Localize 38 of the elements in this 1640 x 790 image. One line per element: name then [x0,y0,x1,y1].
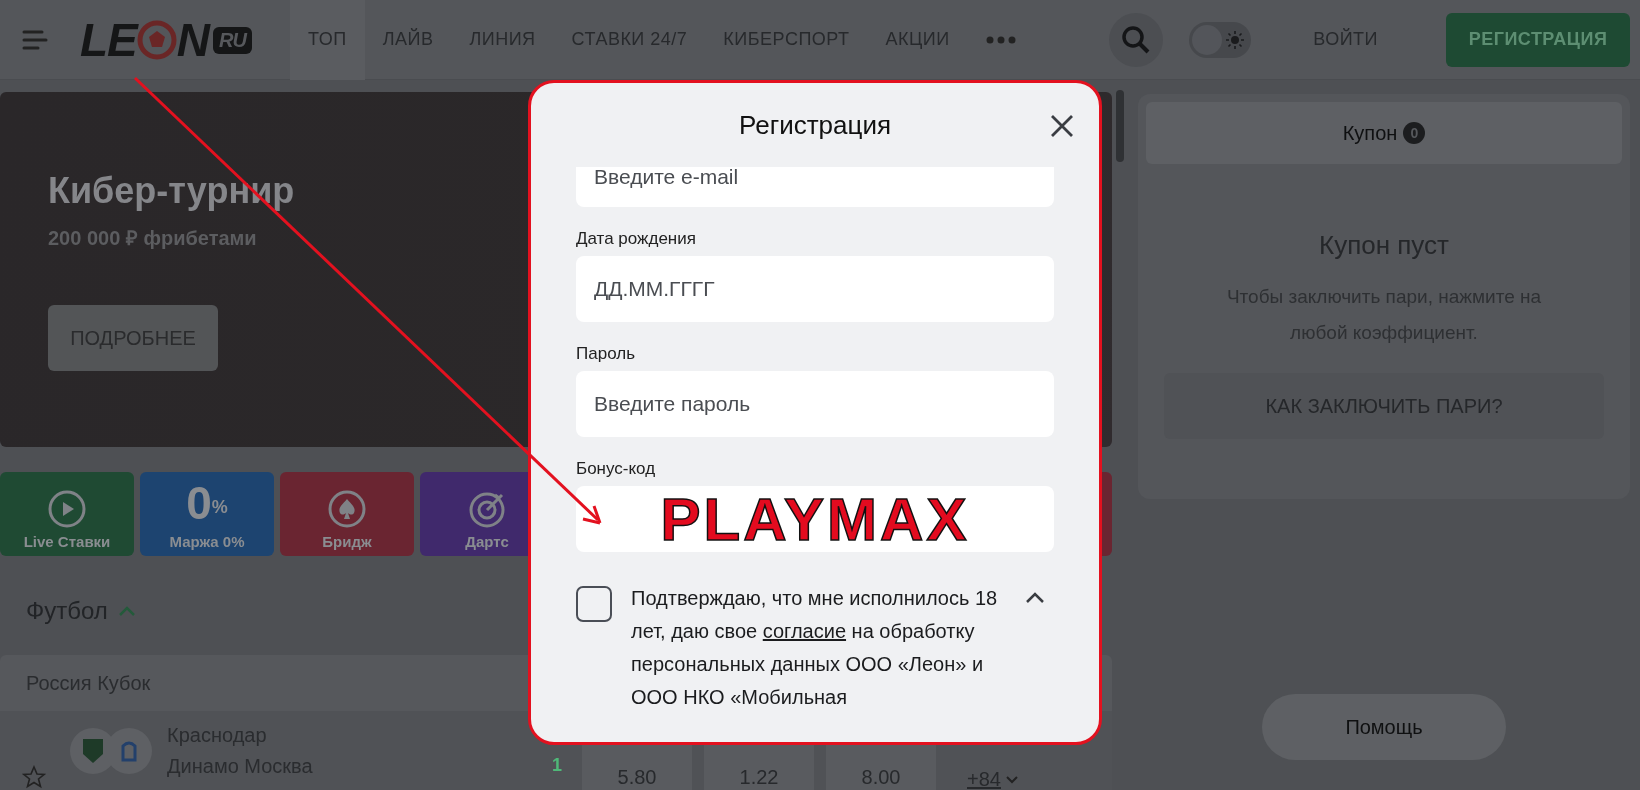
caret-icon [1004,774,1019,785]
chevron-up-icon[interactable] [1024,590,1046,604]
search-icon [1121,24,1152,55]
logo-text[interactable]: LE [80,12,137,67]
sun-icon [1226,30,1245,49]
dialog-title: Регистрация [739,109,891,141]
more-icon[interactable] [985,35,1016,44]
input-field[interactable]: ДД.ММ.ГГГГ [576,256,1054,322]
logo-text[interactable]: N [176,12,209,67]
logo-badge: RU [213,26,252,54]
coupon-tab[interactable]: Купон 0 [1146,102,1622,164]
input-field[interactable]: Введите e-mail [576,167,1054,207]
category-tile[interactable]: Live Ставки [0,472,134,556]
help-button[interactable]: Помощь [1262,694,1506,760]
tile-label: Бридж [322,533,372,550]
tile-percent: % [211,497,228,517]
theme-toggle[interactable] [1189,21,1252,58]
bonus-code-field[interactable]: PLAYMAX [576,486,1054,552]
consent-link[interactable]: согласие [762,620,847,642]
category-tile[interactable]: Бридж [280,472,414,556]
category-tile[interactable]: 0% Маржа 0% [140,472,274,556]
tile-number: 0 [186,481,212,525]
register-button[interactable]: РЕГИСТРАЦИЯ [1446,12,1630,67]
input-field[interactable]: Введите пароль [576,371,1054,437]
star-icon[interactable] [22,765,46,789]
spade-icon [327,489,367,529]
field-label: Бонус-код [576,459,657,479]
field-label: Дата рождения [576,229,697,249]
play-icon [47,489,87,529]
tile-label: Маржа 0% [169,533,245,550]
coupon-count: 0 [1403,122,1426,144]
tile-label: Live Ставки [23,533,111,550]
checkbox[interactable] [576,586,612,622]
scrollbar[interactable] [1116,90,1124,162]
field-label: Пароль [576,344,636,364]
team-score: 1 [552,755,563,776]
tile-label: Дартс [465,533,509,550]
menu-icon[interactable] [22,28,48,51]
